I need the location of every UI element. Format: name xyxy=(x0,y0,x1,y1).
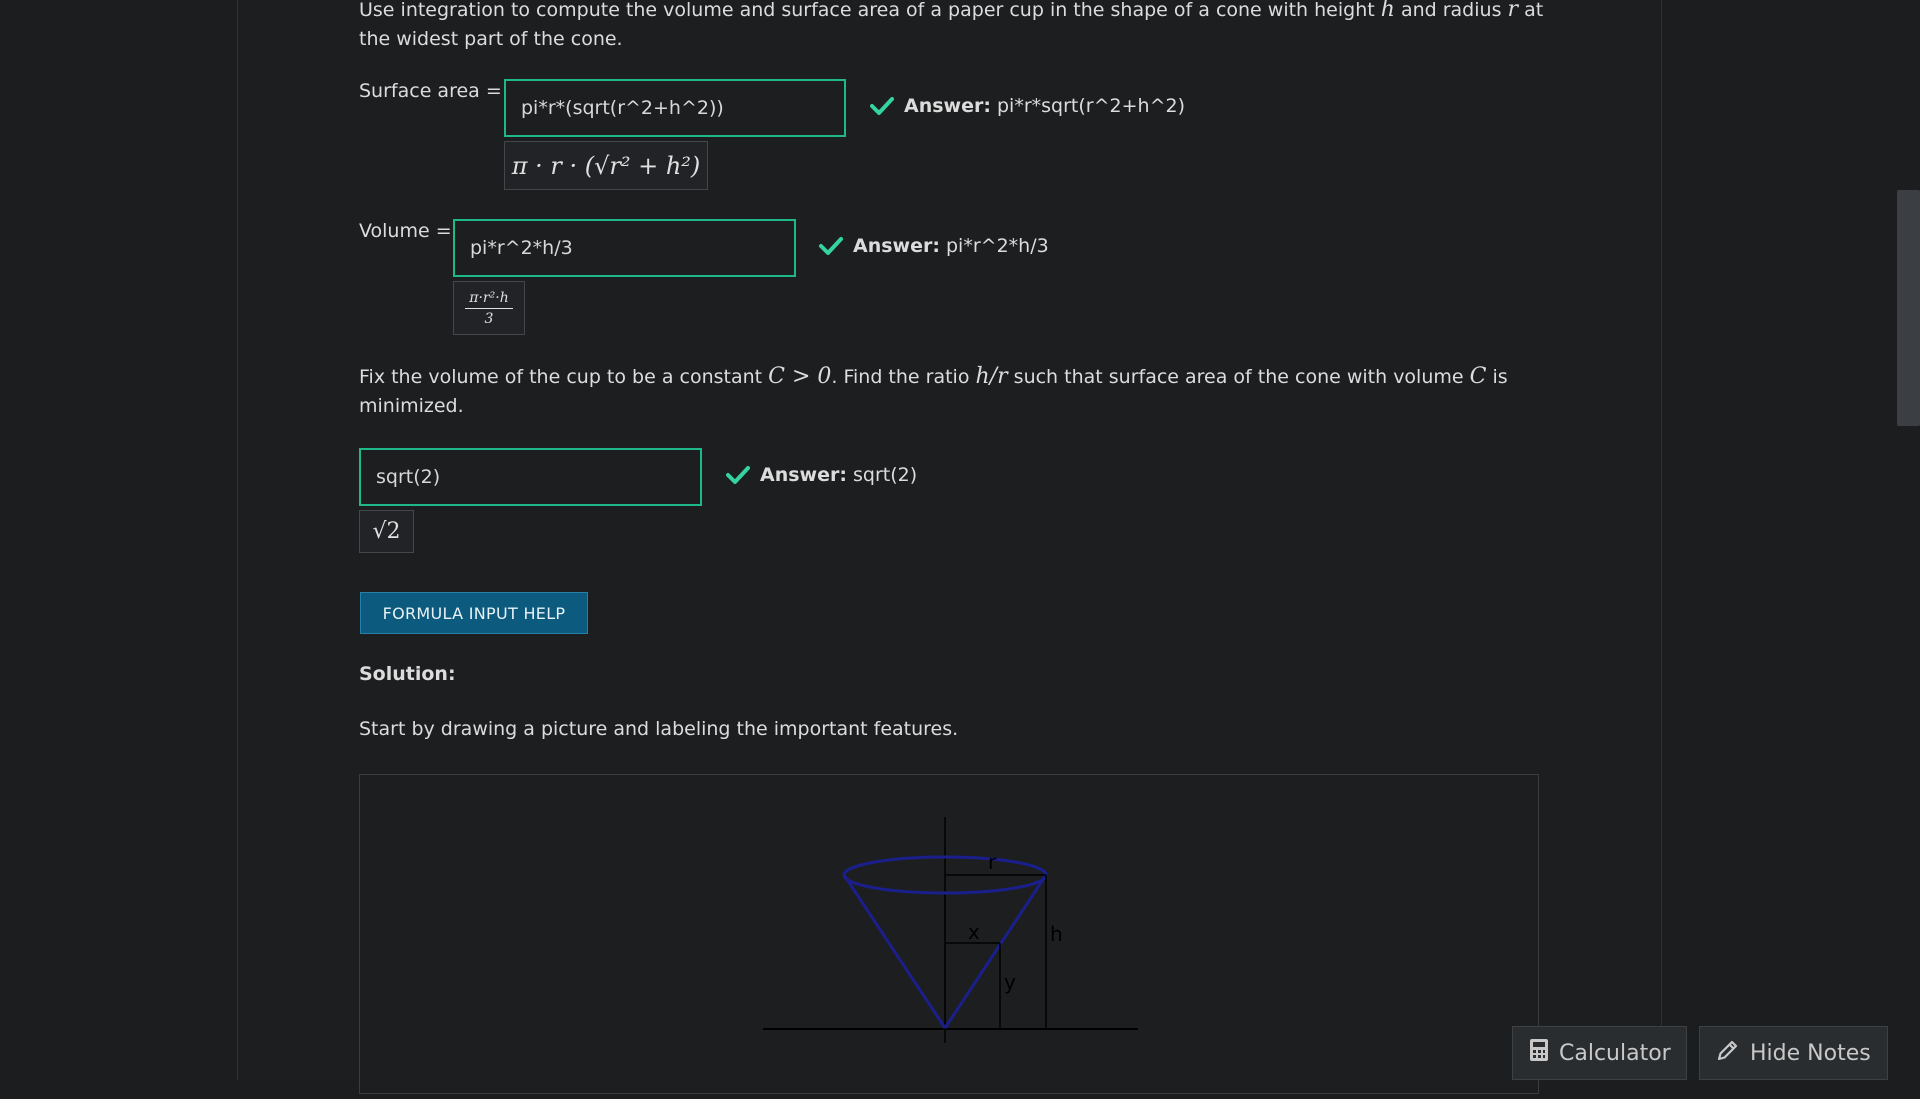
problem-intro: Use integration to compute the volume an… xyxy=(359,0,1549,54)
label-y: y xyxy=(1004,970,1016,994)
answer-value: sqrt(2) xyxy=(853,464,918,486)
cone-figure: r h x y xyxy=(359,774,1539,1094)
pencil-icon xyxy=(1716,1038,1740,1068)
fraction-denominator: 3 xyxy=(484,310,494,327)
math-var-h: h xyxy=(1380,0,1395,22)
math-constant: C > 0 xyxy=(768,364,832,389)
answer-value: pi*r^2*h/3 xyxy=(946,235,1049,257)
check-icon xyxy=(870,96,894,116)
volume-input[interactable] xyxy=(453,219,796,277)
hide-notes-label: Hide Notes xyxy=(1750,1040,1871,1066)
solution-text: Start by drawing a picture and labeling … xyxy=(359,718,959,740)
label-r: r xyxy=(988,850,997,874)
surface-area-input[interactable] xyxy=(504,79,846,137)
scrollbar-thumb[interactable] xyxy=(1897,190,1920,426)
math-ratio: h/r xyxy=(975,364,1008,389)
hide-notes-button[interactable]: Hide Notes xyxy=(1699,1026,1888,1080)
cone-left-side xyxy=(842,874,947,1029)
problem-text: and radius xyxy=(1394,0,1508,21)
check-icon xyxy=(819,236,843,256)
answer-value: pi*r*sqrt(r^2+h^2) xyxy=(997,95,1185,117)
label-x: x xyxy=(968,920,980,944)
label-h: h xyxy=(1050,922,1063,946)
answer-label: Answer: xyxy=(904,95,991,117)
surface-area-feedback: Answer: pi*r*sqrt(r^2+h^2) xyxy=(870,95,1185,117)
formula-input-help-button[interactable]: FORMULA INPUT HELP xyxy=(360,592,588,634)
problem-part2: Fix the volume of the cup to be a consta… xyxy=(359,362,1549,421)
check-icon xyxy=(726,465,750,485)
volume-label: Volume = xyxy=(359,220,452,242)
surface-area-preview: π · r · (√r² + h²) xyxy=(504,141,708,190)
problem-text: . Find the ratio xyxy=(831,366,976,388)
answer-label: Answer: xyxy=(853,235,940,257)
fraction-numerator: π·r²·h xyxy=(469,289,509,306)
calculator-label: Calculator xyxy=(1559,1040,1671,1066)
problem-text: Use integration to compute the volume an… xyxy=(359,0,1381,21)
volume-feedback: Answer: pi*r^2*h/3 xyxy=(819,235,1049,257)
math-var-c: C xyxy=(1469,364,1487,389)
math-var-r: r xyxy=(1507,0,1519,22)
volume-preview: π·r²·h 3 xyxy=(453,281,525,335)
cone-diagram: r h x y xyxy=(763,817,1138,1043)
solution-title: Solution: xyxy=(359,663,456,685)
problem-text: Fix the volume of the cup to be a consta… xyxy=(359,366,769,388)
problem-text: such that surface area of the cone with … xyxy=(1007,366,1470,388)
calculator-icon xyxy=(1529,1038,1549,1068)
ratio-feedback: Answer: sqrt(2) xyxy=(726,464,917,486)
answer-label: Answer: xyxy=(760,464,847,486)
calculator-button[interactable]: Calculator xyxy=(1512,1026,1687,1080)
ratio-input[interactable] xyxy=(359,448,702,506)
fraction-bar xyxy=(465,307,513,309)
surface-area-label: Surface area = xyxy=(359,80,502,102)
ratio-preview: √2 xyxy=(359,510,414,553)
cone-right-side xyxy=(943,874,1048,1029)
